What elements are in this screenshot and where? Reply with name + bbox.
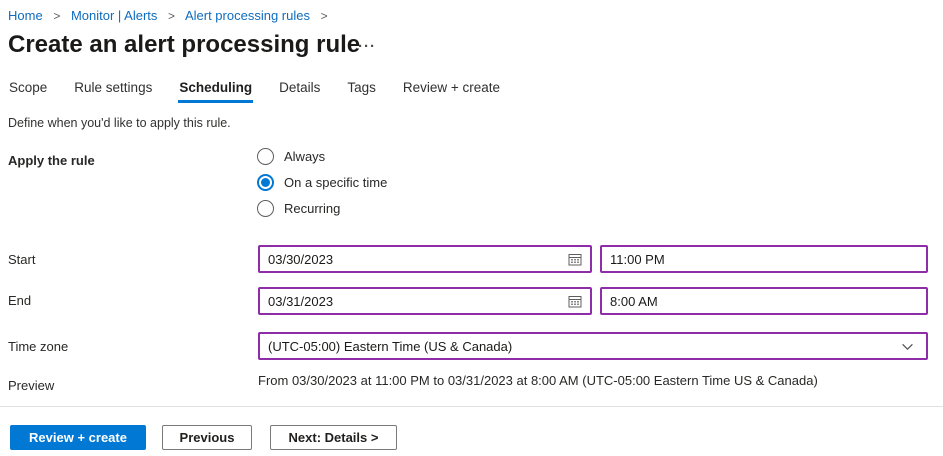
radio-on-specific-time[interactable]: On a specific time [257,173,387,191]
radio-always-label: Always [284,149,325,164]
start-time-input[interactable] [600,245,928,273]
tab-scheduling[interactable]: Scheduling [178,78,253,103]
apply-rule-label: Apply the rule [8,153,95,168]
end-time-input[interactable] [600,287,928,315]
radio-always[interactable]: Always [257,147,387,165]
footer-divider [0,406,943,407]
next-details-button[interactable]: Next: Details > [270,425,397,450]
preview-label: Preview [8,378,54,393]
time-zone-label: Time zone [8,339,68,354]
tab-bar: Scope Rule settings Scheduling Details T… [8,78,501,103]
breadcrumb-home[interactable]: Home [8,8,43,23]
preview-value: From 03/30/2023 at 11:00 PM to 03/31/202… [258,373,818,388]
tab-details[interactable]: Details [278,78,321,103]
review-create-button[interactable]: Review + create [10,425,146,450]
tab-rule-settings[interactable]: Rule settings [73,78,153,103]
time-zone-value: (UTC-05:00) Eastern Time (US & Canada) [268,339,512,354]
start-date-input[interactable] [260,252,563,267]
radio-circle-icon [257,148,274,165]
time-zone-dropdown[interactable]: (UTC-05:00) Eastern Time (US & Canada) [258,332,928,360]
scheduling-description: Define when you'd like to apply this rul… [8,116,231,130]
breadcrumb-separator-icon: > [321,9,328,23]
end-label: End [8,293,31,308]
tab-scope[interactable]: Scope [8,78,48,103]
radio-on-specific-time-label: On a specific time [284,175,387,190]
radio-circle-icon [257,200,274,217]
breadcrumb: Home > Monitor | Alerts > Alert processi… [8,8,335,23]
more-menu-button[interactable]: ··· [358,38,376,55]
tab-review-create[interactable]: Review + create [402,78,501,103]
radio-recurring[interactable]: Recurring [257,199,387,217]
page-title: Create an alert processing rule [8,31,360,59]
tab-tags[interactable]: Tags [346,78,377,103]
chevron-down-icon [901,340,914,353]
start-label: Start [8,252,35,267]
previous-button[interactable]: Previous [162,425,252,450]
create-alert-processing-rule-page: Home > Monitor | Alerts > Alert processi… [0,0,943,456]
start-date-field [258,245,592,273]
end-date-input[interactable] [260,294,563,309]
breadcrumb-separator-icon: > [168,9,175,23]
breadcrumb-monitor-alerts[interactable]: Monitor | Alerts [71,8,157,23]
end-date-field [258,287,592,315]
breadcrumb-separator-icon: > [53,9,60,23]
radio-circle-icon [257,174,274,191]
calendar-icon[interactable] [563,251,590,267]
apply-rule-radio-group: Always On a specific time Recurring [257,147,387,217]
calendar-icon[interactable] [563,293,590,309]
breadcrumb-alert-processing-rules[interactable]: Alert processing rules [185,8,310,23]
radio-recurring-label: Recurring [284,201,340,216]
